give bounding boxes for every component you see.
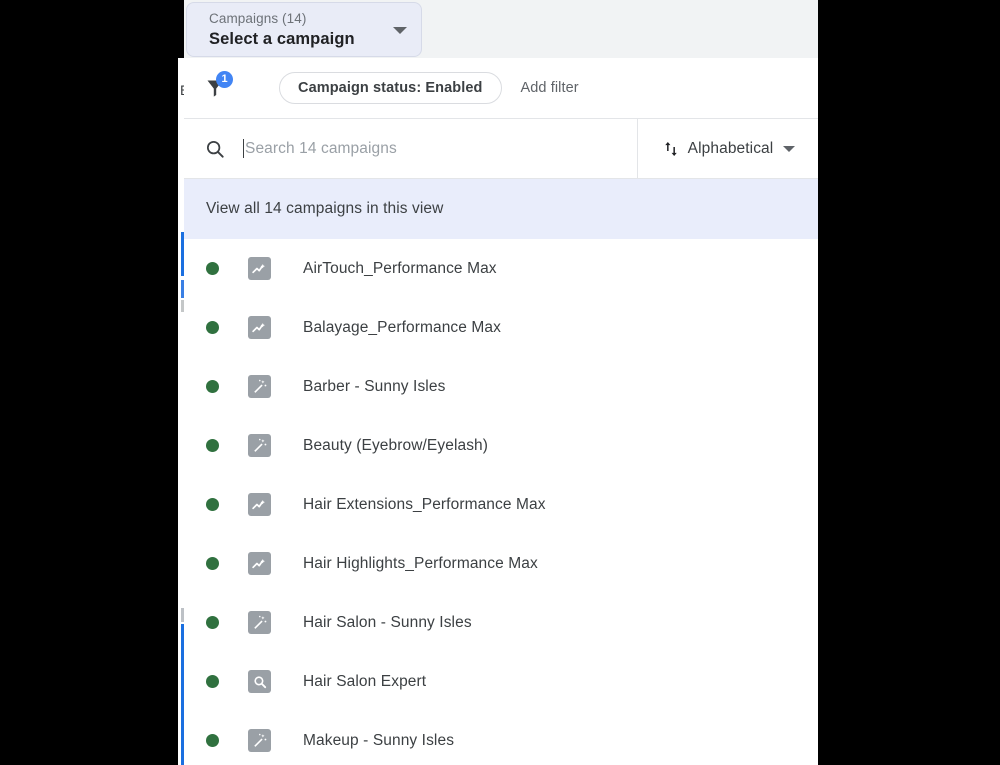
- chevron-down-icon: [393, 27, 407, 34]
- search-sort-bar: Alphabetical: [184, 119, 818, 179]
- campaign-list-item[interactable]: Hair Highlights_Performance Max: [184, 534, 818, 593]
- filter-funnel-button[interactable]: 1: [198, 71, 233, 105]
- view-all-label: View all 14 campaigns in this view: [206, 200, 444, 217]
- status-dot-enabled: [206, 321, 219, 334]
- campaign-selector-button[interactable]: Campaigns (14) Select a campaign: [186, 2, 422, 57]
- campaign-name-label: Barber - Sunny Isles: [303, 377, 446, 395]
- status-dot-enabled: [206, 439, 219, 452]
- campaign-name-label: Makeup - Sunny Isles: [303, 731, 455, 749]
- performance-max-icon: [252, 558, 265, 569]
- campaign-list-item[interactable]: Balayage_Performance Max: [184, 298, 818, 357]
- search-input[interactable]: [245, 139, 585, 158]
- add-filter-button[interactable]: Add filter: [521, 80, 579, 96]
- campaign-list-item[interactable]: Hair Salon - Sunny Isles: [184, 593, 818, 652]
- status-dot-enabled: [206, 675, 219, 688]
- sort-selected-label: Alphabetical: [687, 139, 774, 157]
- filter-count-badge: 1: [216, 71, 233, 88]
- status-dot-enabled: [206, 498, 219, 511]
- campaign-selector-count: Campaigns (14): [209, 11, 307, 26]
- smart-campaign-icon: [254, 733, 267, 747]
- campaign-list: AirTouch_Performance Max Balayage_Perform…: [184, 239, 818, 765]
- screenshot-root: E Campaigns (14) Select a campaign 1: [0, 0, 1000, 765]
- underlying-page-sliver: E: [0, 0, 184, 765]
- status-dot-enabled: [206, 262, 219, 275]
- campaign-name-label: Balayage_Performance Max: [303, 318, 501, 336]
- campaign-list-item[interactable]: AirTouch_Performance Max: [184, 239, 818, 298]
- campaign-name-label: Beauty (Eyebrow/Eyelash): [303, 436, 489, 454]
- campaign-name-label: AirTouch_Performance Max: [303, 259, 497, 277]
- status-dot-enabled: [206, 616, 219, 629]
- campaign-list-item[interactable]: Hair Salon Expert: [184, 652, 818, 711]
- filter-bar: 1 Campaign status: Enabled Add filter: [184, 58, 818, 119]
- smart-campaign-icon: [254, 615, 267, 629]
- view-all-campaigns-row[interactable]: View all 14 campaigns in this view: [184, 179, 818, 239]
- filter-chip-label: Campaign status: Enabled: [298, 80, 483, 96]
- search-field-container[interactable]: [184, 119, 638, 178]
- campaign-type-icon: [248, 552, 271, 575]
- campaign-name-label: Hair Salon Expert: [303, 672, 427, 690]
- status-dot-enabled: [206, 380, 219, 393]
- campaign-selector-dropdown: 1 Campaign status: Enabled Add filter Se…: [184, 58, 818, 765]
- campaign-type-icon: [248, 670, 271, 693]
- campaign-type-icon: [248, 257, 271, 280]
- chevron-down-icon: [783, 145, 796, 152]
- campaign-type-icon: [248, 316, 271, 339]
- campaign-type-icon: [248, 434, 271, 457]
- sort-dropdown[interactable]: Alphabetical: [638, 119, 818, 178]
- campaign-name-label: Hair Highlights_Performance Max: [303, 554, 538, 572]
- text-cursor: [243, 139, 244, 158]
- campaign-name-label: Hair Extensions_Performance Max: [303, 495, 546, 513]
- sort-arrows-icon: [664, 141, 677, 156]
- campaign-type-icon: [248, 493, 271, 516]
- campaign-name-label: Hair Salon - Sunny Isles: [303, 613, 472, 631]
- campaign-type-icon: [248, 611, 271, 634]
- campaign-list-item[interactable]: Beauty (Eyebrow/Eyelash): [184, 416, 818, 475]
- search-campaign-icon: [253, 675, 266, 688]
- campaign-type-icon: [248, 375, 271, 398]
- filter-chip-campaign-status[interactable]: Campaign status: Enabled: [279, 72, 502, 104]
- campaign-list-item[interactable]: Barber - Sunny Isles: [184, 357, 818, 416]
- performance-max-icon: [252, 499, 265, 510]
- status-dot-enabled: [206, 734, 219, 747]
- campaign-list-item[interactable]: Makeup - Sunny Isles: [184, 711, 818, 765]
- performance-max-icon: [252, 322, 265, 333]
- campaign-list-item[interactable]: Hair Extensions_Performance Max: [184, 475, 818, 534]
- campaign-selector-title: Select a campaign: [209, 30, 355, 48]
- campaign-type-icon: [248, 729, 271, 752]
- performance-max-icon: [252, 263, 265, 274]
- status-dot-enabled: [206, 557, 219, 570]
- smart-campaign-icon: [254, 379, 267, 393]
- smart-campaign-icon: [254, 438, 267, 452]
- search-icon: [206, 140, 224, 158]
- app-window: Campaigns (14) Select a campaign 1 Campa…: [184, 0, 818, 765]
